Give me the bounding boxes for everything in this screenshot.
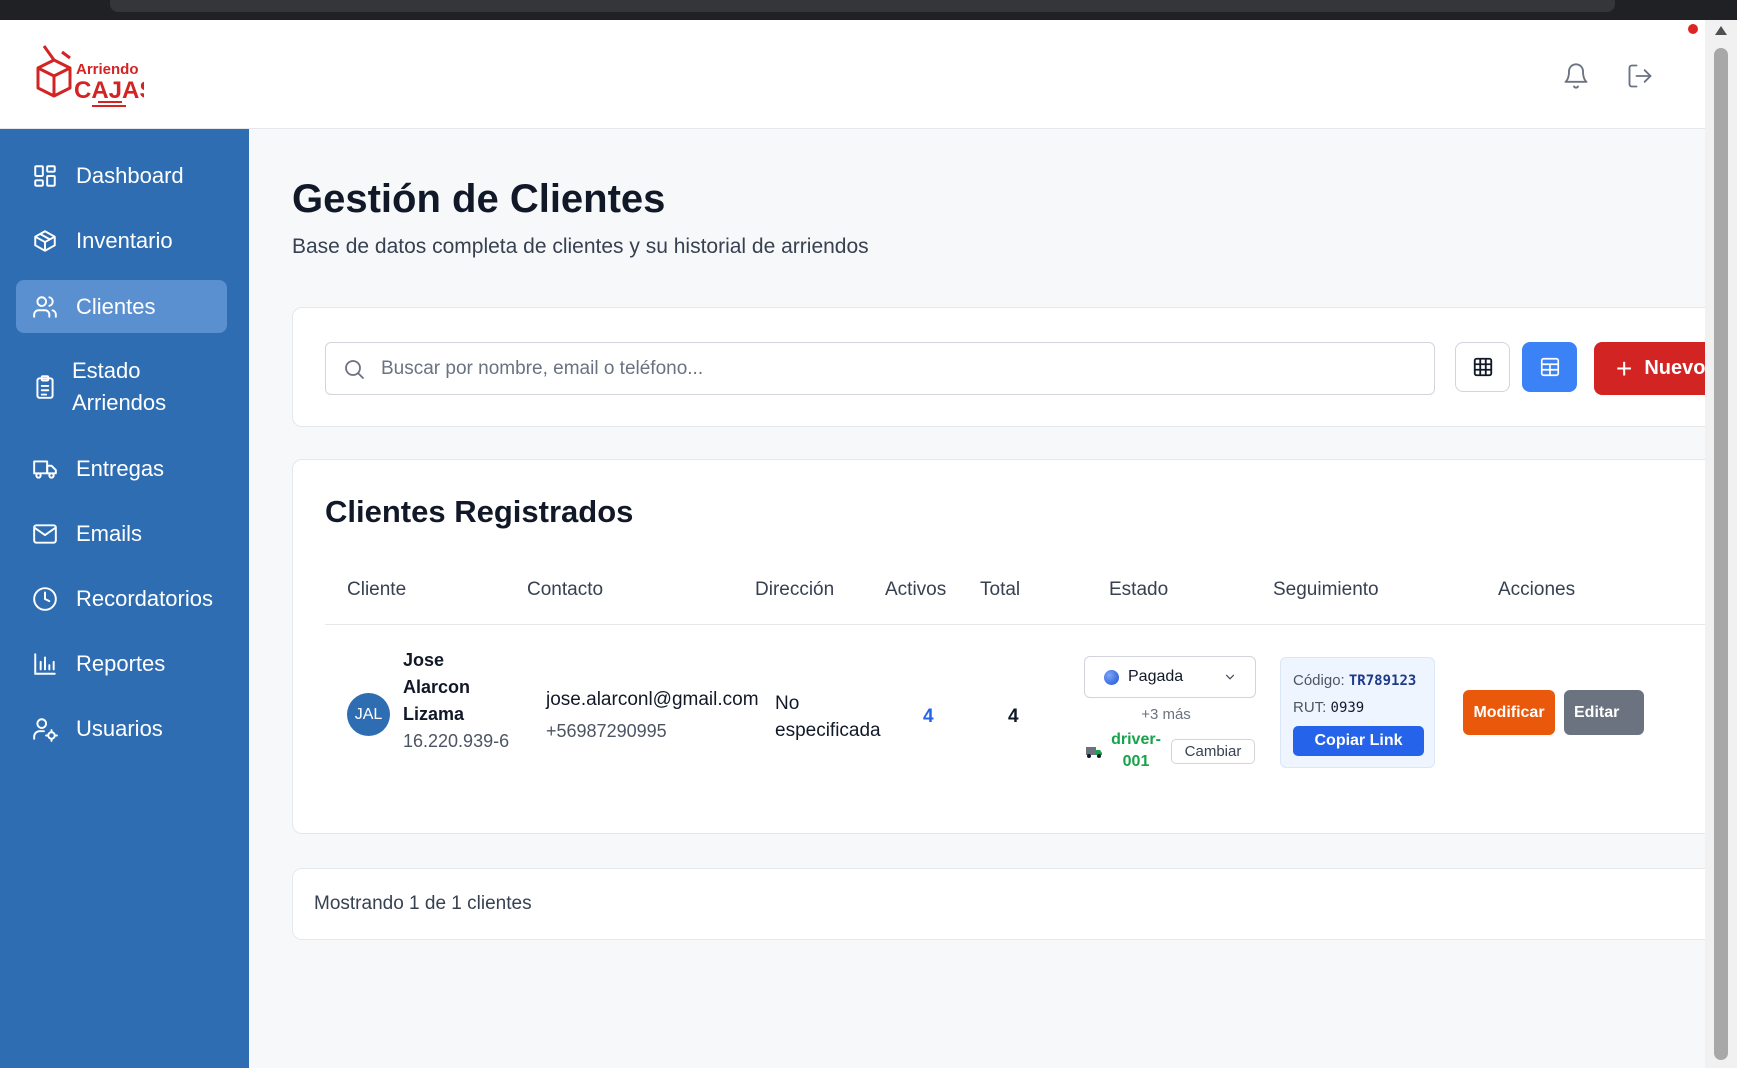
estado-select[interactable]: Pagada: [1084, 656, 1256, 698]
chart-icon: [34, 652, 56, 675]
change-driver-button[interactable]: Cambiar: [1171, 739, 1255, 764]
header-divider: [325, 624, 1705, 625]
page-title: Gestión de Clientes: [292, 177, 666, 221]
edit-button[interactable]: Editar: [1564, 690, 1644, 735]
new-client-button[interactable]: + Nuevo: [1594, 342, 1705, 395]
search-box[interactable]: [325, 342, 1435, 395]
sidebar-item-estado-arriendos[interactable]: Estado Arriendos: [16, 347, 227, 427]
sidebar-item-reportes[interactable]: Reportes: [16, 637, 227, 690]
table-icon: [1540, 357, 1559, 377]
client-phone: +56987290995: [546, 721, 667, 741]
client-name: Jose Alarcon Lizama: [403, 650, 471, 724]
search-icon: [345, 360, 364, 379]
clipboard-icon: [36, 375, 54, 399]
status-dot-icon: [1104, 669, 1119, 685]
sidebar-item-label: Dashboard: [76, 162, 184, 188]
new-client-label: Nuevo: [1644, 357, 1705, 379]
tracking-rut-label: RUT:: [1293, 699, 1327, 716]
browser-address-bar[interactable]: [110, 0, 1615, 12]
sidebar-item-label: Estado Arriendos: [72, 358, 167, 415]
plus-icon: +: [1616, 352, 1633, 384]
delivery-truck-icon: [1086, 747, 1102, 758]
sidebar-item-inventario[interactable]: Inventario: [16, 214, 227, 267]
svg-text:Arriendo: Arriendo: [76, 61, 139, 78]
mail-icon: [33, 523, 57, 544]
column-header-cliente[interactable]: Cliente: [347, 579, 406, 601]
column-header-seguimiento[interactable]: Seguimiento: [1273, 579, 1379, 601]
client-address: No especificada: [775, 693, 881, 741]
box-icon: [34, 229, 56, 252]
tracking-rut: 0939: [1330, 700, 1365, 716]
estado-selected-value: Pagada: [1128, 668, 1184, 685]
sidebar-item-label: Clientes: [76, 293, 156, 319]
copy-link-button[interactable]: Copiar Link: [1293, 726, 1424, 756]
table-title: Clientes Registrados: [325, 494, 634, 529]
sidebar: Dashboard Inventario Clientes Estado Arr…: [0, 129, 249, 1068]
pagination-footer: Mostrando 1 de 1 clientes: [292, 868, 1705, 940]
dashboard-icon: [34, 164, 56, 187]
top-header: Arriendo CAJAS: [0, 20, 1705, 129]
column-header-contacto[interactable]: Contacto: [527, 579, 603, 601]
table-view-button[interactable]: [1522, 342, 1577, 392]
sidebar-item-label: Inventario: [76, 227, 173, 253]
sidebar-item-recordatorios[interactable]: Recordatorios: [16, 572, 227, 625]
sidebar-item-entregas[interactable]: Entregas: [16, 442, 227, 495]
grid-view-button[interactable]: [1455, 342, 1510, 392]
column-header-estado[interactable]: Estado: [1109, 579, 1168, 601]
scroll-up-arrow-icon[interactable]: [1715, 26, 1727, 35]
driver-assigned: driver-001: [1111, 731, 1161, 770]
modify-button[interactable]: Modificar: [1463, 690, 1555, 735]
truck-icon: [33, 459, 57, 479]
client-email: jose.alarconl@gmail.com: [546, 689, 759, 710]
sidebar-item-label: Usuarios: [76, 715, 163, 741]
tracking-box: Código: TR789123 RUT: 0939 Copiar Link: [1280, 657, 1435, 768]
tracking-code-line: Código: TR789123: [1293, 672, 1416, 689]
sidebar-item-label: Entregas: [76, 455, 165, 481]
grid-icon: [1473, 357, 1492, 377]
column-header-activos[interactable]: Activos: [885, 579, 946, 601]
column-header-direccion[interactable]: Dirección: [755, 579, 834, 601]
chevron-down-icon: [1225, 674, 1235, 680]
column-header-acciones[interactable]: Acciones: [1498, 579, 1575, 601]
clock-icon: [33, 586, 57, 611]
sidebar-item-label: Reportes: [76, 650, 166, 676]
sidebar-item-dashboard[interactable]: Dashboard: [16, 149, 227, 202]
users-icon: [33, 295, 57, 318]
notification-dot: [1688, 24, 1698, 34]
tracking-code-label: Código:: [1293, 672, 1345, 689]
sidebar-item-label: Emails: [76, 520, 143, 546]
search-toolbar-card: + Nuevo: [292, 307, 1705, 427]
browser-toolbar: [0, 0, 1737, 20]
results-summary: Mostrando 1 de 1 clientes: [314, 893, 532, 914]
client-rut: 16.220.939-6: [403, 731, 510, 751]
page-subtitle: Base de datos completa de clientes y su …: [292, 235, 869, 258]
tracking-rut-line: RUT: 0939: [1293, 699, 1364, 716]
page-scrollbar[interactable]: [1705, 20, 1737, 1068]
scroll-thumb[interactable]: [1714, 48, 1728, 1060]
search-input[interactable]: [381, 343, 1421, 394]
activos-count: 4: [923, 706, 934, 727]
sidebar-item-emails[interactable]: Emails: [16, 507, 227, 560]
arriendo-cajas-logo[interactable]: Arriendo CAJAS: [34, 40, 144, 110]
bell-icon[interactable]: [1562, 62, 1590, 90]
clients-table-card: Clientes Registrados Cliente Contacto Di…: [292, 459, 1705, 834]
estado-more-count: +3 más: [1141, 706, 1191, 723]
avatar: JAL: [347, 693, 390, 736]
svg-text:CAJAS: CAJAS: [74, 77, 144, 104]
user-settings-icon: [33, 717, 58, 742]
total-count: 4: [1008, 706, 1019, 727]
column-header-total[interactable]: Total: [980, 579, 1020, 601]
sidebar-item-usuarios[interactable]: Usuarios: [16, 702, 227, 755]
main-content: Gestión de Clientes Base de datos comple…: [249, 129, 1705, 1068]
sidebar-item-label: Recordatorios: [76, 585, 213, 611]
sidebar-item-clientes[interactable]: Clientes: [16, 280, 227, 333]
tracking-code: TR789123: [1348, 673, 1417, 689]
logout-icon[interactable]: [1626, 62, 1654, 90]
